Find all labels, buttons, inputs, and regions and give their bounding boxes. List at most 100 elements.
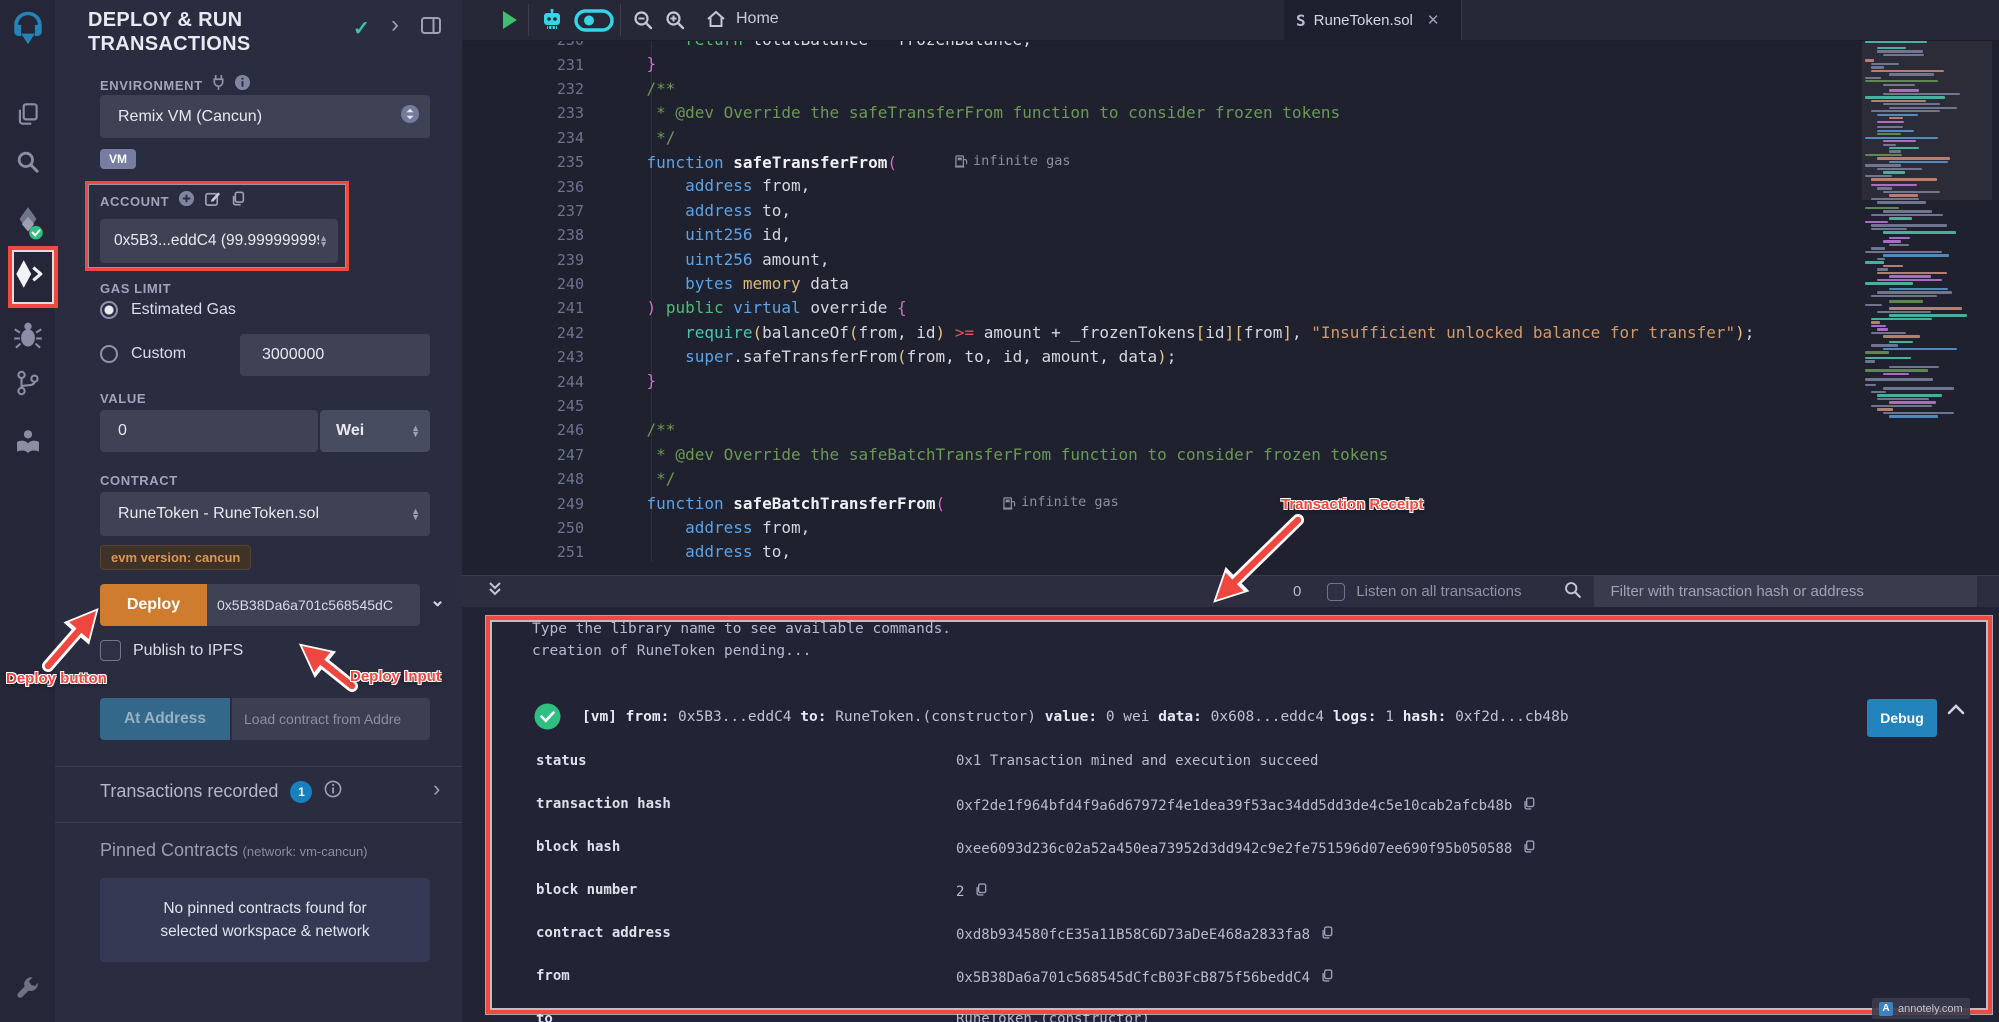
environment-select[interactable]: Remix VM (Cancun): [100, 95, 430, 138]
zoom-out-icon[interactable]: [632, 9, 654, 36]
code-line[interactable]: 233 * @dev Override the safeTransferFrom…: [462, 101, 1862, 125]
copy-icon[interactable]: [1320, 925, 1334, 944]
deploy-expand-chevron-icon[interactable]: ⌄: [430, 590, 445, 611]
at-address-input[interactable]: Load contract from Addre: [232, 698, 430, 740]
edit-account-icon[interactable]: [204, 190, 221, 212]
code-text: */: [608, 126, 675, 150]
code-text: }: [608, 369, 656, 393]
run-script-icon[interactable]: [498, 9, 520, 36]
code-line[interactable]: 240 bytes memory data: [462, 272, 1862, 296]
copy-icon[interactable]: [1320, 968, 1334, 987]
custom-gas-input[interactable]: 3000000: [240, 334, 430, 376]
environment-value: Remix VM (Cancun): [100, 108, 262, 126]
learneth-icon[interactable]: [0, 428, 55, 458]
deploy-input[interactable]: 0x5B38Da6a701c568545dC: [207, 584, 420, 626]
receipt-label: to: [536, 1011, 553, 1022]
code-line[interactable]: 234 */: [462, 126, 1862, 150]
account-select[interactable]: 0x5B3...eddC4 (99.999999999 ▲▼: [100, 219, 338, 263]
listen-all-checkbox[interactable]: [1327, 583, 1345, 601]
plug-icon[interactable]: [211, 74, 226, 96]
custom-gas-radio[interactable]: [100, 345, 118, 363]
line-number: 231: [462, 56, 592, 74]
code-line[interactable]: 232 /**: [462, 77, 1862, 101]
code-line[interactable]: 242 require(balanceOf(from, id) >= amoun…: [462, 321, 1862, 345]
ai-assistant-icon[interactable]: [540, 8, 564, 37]
code-line[interactable]: 239 uint256 amount,: [462, 248, 1862, 272]
unit-stepper-icon: ▲▼: [411, 425, 420, 437]
terminal: Type the library name to see available c…: [462, 606, 1999, 1022]
code-line[interactable]: 244 }: [462, 369, 1862, 393]
copy-account-icon[interactable]: [230, 190, 246, 212]
zoom-in-icon[interactable]: [664, 9, 686, 36]
receipt-value: 2: [956, 882, 988, 901]
publish-ipfs-checkbox[interactable]: [100, 640, 121, 661]
tab-close-icon[interactable]: ✕: [1427, 11, 1440, 29]
file-explorer-icon[interactable]: [0, 100, 55, 128]
watermark-text: annotely.com: [1898, 1003, 1963, 1015]
at-address-placeholder: Load contract from Addre: [232, 711, 401, 727]
toolbar-separator: [620, 4, 621, 36]
pin-panel-icon[interactable]: [420, 16, 442, 41]
transactions-expand-chevron-icon[interactable]: ›: [433, 776, 440, 802]
code-line[interactable]: 235 function safeTransferFrom(infinite g…: [462, 150, 1862, 174]
filter-input[interactable]: Filter with transaction hash or address: [1594, 576, 1977, 607]
line-number: 245: [462, 397, 592, 415]
solidity-compiler-icon[interactable]: [0, 206, 55, 240]
environment-info-icon[interactable]: [234, 74, 251, 96]
settings-wrench-icon[interactable]: [0, 975, 55, 1003]
search-icon[interactable]: [0, 148, 55, 176]
code-line[interactable]: 245: [462, 394, 1862, 418]
code-text: /**: [608, 77, 675, 101]
transactions-recorded-label: Transactions recorded: [100, 781, 278, 802]
deploy-and-run-icon[interactable]: [0, 256, 55, 294]
evm-version-badge: evm version: cancun: [100, 545, 251, 570]
git-icon[interactable]: [0, 368, 55, 398]
code-line[interactable]: 243 super.safeTransferFrom(from, to, id,…: [462, 345, 1862, 369]
tx-summary[interactable]: [vm] from: 0x5B3...eddC4 to: RuneToken.(…: [582, 709, 1569, 725]
transactions-info-icon[interactable]: [324, 780, 342, 803]
code-line[interactable]: 250 address from,: [462, 516, 1862, 540]
code-line[interactable]: 238 uint256 id,: [462, 223, 1862, 247]
collapse-receipt-icon[interactable]: [1946, 702, 1966, 723]
receipt-label: status: [536, 753, 587, 769]
code-text: function safeBatchTransferFrom(infinite …: [608, 490, 1119, 517]
estimated-gas-radio[interactable]: [100, 301, 118, 319]
copy-icon[interactable]: [1522, 839, 1536, 858]
add-account-icon[interactable]: [178, 190, 195, 212]
value-input[interactable]: 0: [100, 410, 318, 452]
code-line[interactable]: 247 * @dev Override the safeBatchTransfe…: [462, 443, 1862, 467]
at-address-button[interactable]: At Address: [100, 698, 230, 740]
code-line[interactable]: 246 /**: [462, 418, 1862, 442]
code-line[interactable]: 251 address to,: [462, 540, 1862, 564]
chevron-right-icon[interactable]: ›: [391, 11, 399, 39]
copy-icon[interactable]: [1522, 796, 1536, 815]
copy-icon[interactable]: [974, 882, 988, 901]
code-line[interactable]: 236 address from,: [462, 174, 1862, 198]
debugger-icon[interactable]: [0, 320, 55, 350]
environment-label: ENVIRONMENT: [100, 78, 203, 93]
code-line[interactable]: 249 function safeBatchTransferFrom(infin…: [462, 491, 1862, 515]
code-line[interactable]: 241 ) public virtual override {: [462, 296, 1862, 320]
code-line[interactable]: 237 address to,: [462, 199, 1862, 223]
ai-toggle[interactable]: [574, 9, 614, 37]
deploy-button[interactable]: Deploy: [100, 584, 207, 626]
receipt-value: RuneToken.(constructor): [956, 1011, 1150, 1022]
terminal-line: Type the library name to see available c…: [532, 621, 951, 637]
line-number: 251: [462, 543, 592, 561]
line-number: 250: [462, 519, 592, 537]
code-line[interactable]: 248 */: [462, 467, 1862, 491]
line-number: 237: [462, 202, 592, 220]
expand-terminal-icon[interactable]: [487, 580, 503, 603]
home-icon: [705, 8, 727, 30]
code-lines[interactable]: 230 return totalBalance - frozenBalance;…: [462, 28, 1862, 565]
contract-select[interactable]: RuneToken - RuneToken.sol ▲▼: [100, 492, 430, 536]
line-number: 247: [462, 446, 592, 464]
tab-runetoken[interactable]: S RuneToken.sol ✕: [1284, 0, 1462, 40]
terminal-search-icon[interactable]: [1563, 580, 1582, 604]
minimap[interactable]: [1862, 32, 1982, 458]
debug-button[interactable]: Debug: [1867, 699, 1937, 737]
remix-logo-icon[interactable]: [0, 8, 55, 48]
home-tab[interactable]: Home: [705, 8, 779, 30]
value-unit-select[interactable]: Wei ▲▼: [320, 410, 430, 452]
code-line[interactable]: 231 }: [462, 52, 1862, 76]
